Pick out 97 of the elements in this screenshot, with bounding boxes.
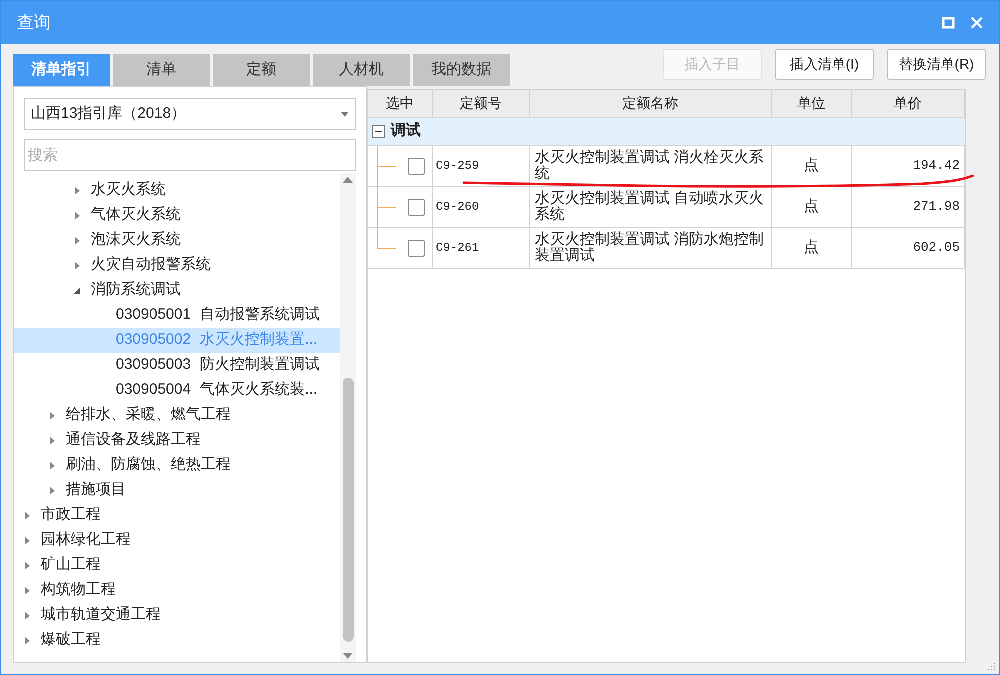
table-cell: 点 (772, 187, 852, 227)
tree-item[interactable]: 园林绿化工程 (14, 528, 340, 553)
group-label: 调试 (391, 121, 421, 142)
tab[interactable]: 我的数据 (413, 54, 510, 86)
expand-arrow-icon[interactable] (49, 436, 56, 444)
library-dropdown[interactable]: 山西13指引库（2018） (24, 98, 356, 130)
button[interactable]: 插入清单(I) (775, 49, 874, 80)
item-label: 城市轨道交通工程 (41, 605, 161, 626)
tree-item[interactable]: 030905004 气体灭火系统装... (14, 378, 340, 403)
close-icon[interactable] (971, 16, 983, 28)
expand-arrow-icon[interactable] (74, 236, 81, 244)
table-cell: 194.42 (852, 146, 965, 186)
search-field[interactable]: 搜索 (24, 139, 356, 171)
table-cell: 水灭火控制装置调试 自动喷水灭火系统 (530, 187, 772, 227)
button: 插入子目 (663, 49, 762, 80)
item-label: 措施项目 (66, 480, 126, 500)
column-header[interactable]: 单位 (772, 90, 852, 118)
tree-item[interactable]: 消防系统调试 (14, 278, 340, 303)
tree-item[interactable]: 措施项目 (14, 478, 340, 503)
item-label: 自动报警系统调试 (200, 305, 320, 326)
expand-arrow-icon[interactable] (74, 212, 81, 220)
table-cell: C9-261 (433, 228, 530, 268)
checkbox[interactable] (408, 158, 425, 174)
item-code: 030905003 (116, 355, 192, 376)
tree-item[interactable]: 通信设备及线路工程 (14, 428, 340, 453)
window-title: 查询 (17, 12, 51, 34)
expand-arrow-icon[interactable] (74, 262, 81, 270)
item-label: 通信设备及线路工程 (66, 430, 201, 450)
scrollbar-thumb[interactable] (342, 378, 354, 642)
item-label: 爆破工程 (41, 630, 101, 650)
expand-arrow-icon[interactable] (74, 186, 81, 194)
item-label: 市政工程 (41, 505, 101, 526)
expand-arrow-icon[interactable] (24, 612, 31, 620)
checkbox[interactable] (408, 198, 425, 216)
tree-item[interactable]: 矿山工程 (14, 553, 340, 578)
column-header[interactable]: 选中 (368, 90, 433, 118)
column-header[interactable]: 单价 (852, 90, 965, 118)
item-label: 气体灭火系统装... (200, 380, 318, 400)
tree-item[interactable]: 给排水、采暖、燃气工程 (14, 403, 340, 428)
tree-item[interactable]: 火灾自动报警系统 (14, 253, 340, 278)
expand-arrow-icon[interactable] (24, 562, 31, 570)
tree-item[interactable]: 城市轨道交通工程 (14, 603, 340, 628)
item-label: 泡沫灭火系统 (91, 230, 181, 250)
tab[interactable]: 定额 (213, 54, 310, 86)
expand-arrow-icon[interactable] (49, 412, 56, 420)
item-label: 水灭火控制装置... (200, 330, 318, 350)
item-label: 消防系统调试 (91, 280, 181, 300)
tree-item[interactable]: 构筑物工程 (14, 578, 340, 603)
expand-arrow-icon[interactable] (24, 586, 31, 594)
expand-arrow-icon[interactable] (49, 462, 56, 470)
maximize-icon[interactable] (942, 16, 955, 28)
resize-grip-icon[interactable] (987, 662, 996, 671)
group-row[interactable]: 调试 (368, 118, 965, 146)
expand-arrow-icon[interactable] (24, 512, 31, 520)
dropdown-caret-icon (341, 112, 349, 116)
table-cell: 602.05 (852, 228, 965, 268)
item-label: 火灾自动报警系统 (91, 255, 211, 276)
tree-item[interactable]: 刷油、防腐蚀、绝热工程 (14, 453, 340, 478)
item-code: 030905001 (116, 305, 192, 326)
item-label: 气体灭火系统 (91, 205, 181, 226)
item-label: 园林绿化工程 (41, 530, 131, 550)
item-code: 030905002 (116, 330, 192, 350)
scroll-down-icon[interactable] (343, 653, 353, 659)
tree-item[interactable]: 市政工程 (14, 503, 340, 528)
tree-item[interactable]: 030905001 自动报警系统调试 (14, 303, 340, 328)
tree-item[interactable]: 爆破工程 (14, 628, 340, 653)
scrollbar[interactable] (340, 173, 356, 662)
table-cell: 点 (772, 228, 852, 268)
table-cell: 点 (772, 146, 852, 186)
table-cell: 水灭火控制装置调试 消防水炮控制装置调试 (530, 228, 772, 268)
table-cell: 水灭火控制装置调试 消火栓灭火系统 (530, 146, 772, 186)
expand-arrow-icon[interactable] (24, 536, 31, 544)
column-header[interactable]: 定额名称 (530, 90, 772, 118)
scroll-up-icon[interactable] (343, 177, 353, 183)
tree-item[interactable]: 气体灭火系统 (14, 203, 340, 228)
tree-item[interactable]: 泡沫灭火系统 (14, 228, 340, 253)
collapse-toggle-icon[interactable] (372, 125, 385, 138)
item-label: 水灭火系统 (91, 180, 166, 200)
column-header[interactable]: 定额号 (433, 90, 530, 118)
tree-item[interactable]: 030905003 防火控制装置调试 (14, 353, 340, 378)
button[interactable]: 替换清单(R) (887, 49, 986, 80)
checkbox[interactable] (408, 240, 425, 256)
table-cell: C9-259 (433, 146, 530, 186)
table-cell: C9-260 (433, 187, 530, 227)
expand-arrow-icon[interactable] (24, 636, 31, 644)
item-label: 构筑物工程 (41, 580, 116, 600)
table-cell: 271.98 (852, 187, 965, 227)
tab[interactable]: 清单 (113, 54, 210, 86)
expand-arrow-icon[interactable] (49, 486, 56, 494)
collapse-arrow-icon[interactable] (74, 286, 81, 294)
item-label: 矿山工程 (41, 555, 101, 576)
item-label: 刷油、防腐蚀、绝热工程 (66, 455, 231, 476)
item-label: 给排水、采暖、燃气工程 (66, 405, 231, 426)
item-label: 防火控制装置调试 (200, 355, 320, 376)
tree-item[interactable]: 水灭火系统 (14, 178, 340, 203)
tab[interactable]: 人材机 (313, 54, 410, 86)
item-code: 030905004 (116, 380, 192, 400)
